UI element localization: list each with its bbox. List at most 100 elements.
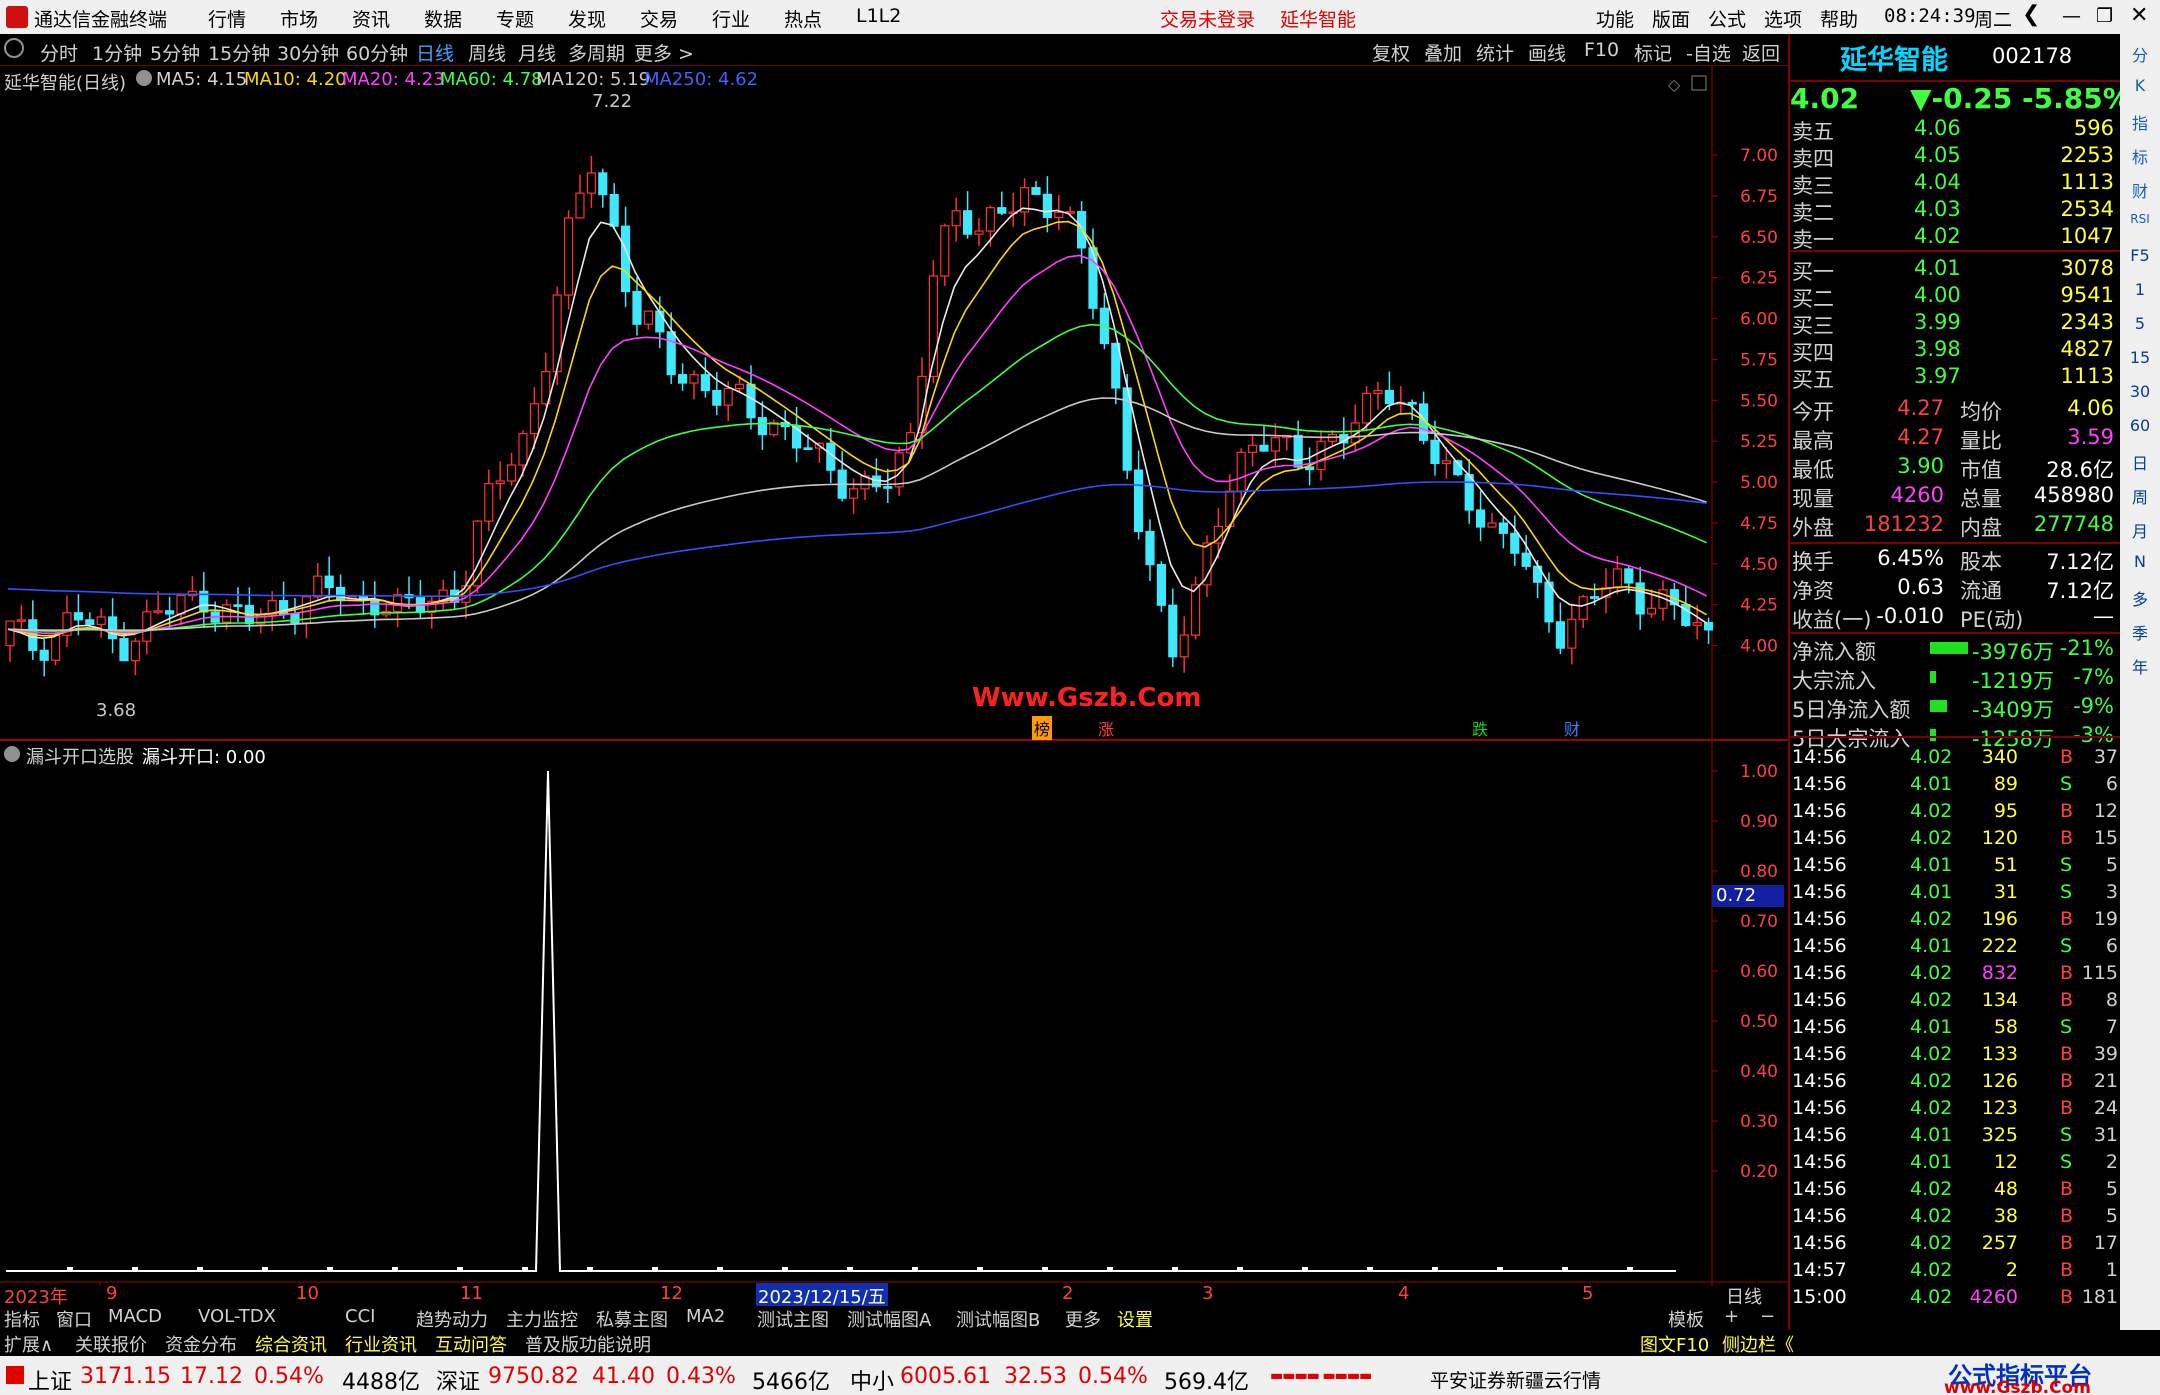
tool-diejia[interactable]: 叠加 [1424,39,1462,66]
restore-icon[interactable]: ❐ [2096,5,2113,27]
menu-redian[interactable]: 热点 [784,5,822,32]
tab-15min[interactable]: 15分钟 [208,39,270,66]
menu-xuanxiang[interactable]: 选项 [1764,5,1802,32]
tab-daily[interactable]: 日线 [416,39,454,66]
side-tool-5[interactable]: RSI [2126,212,2154,238]
tool-biaoji[interactable]: 标记 [1634,39,1672,66]
tab-multi-period[interactable]: 多周期 [568,39,625,66]
remove-window-icon[interactable]: − [1760,1306,1775,1327]
function-tab-0[interactable]: 扩展∧ [4,1331,53,1357]
sidebar-toggle[interactable]: 侧边栏《 [1722,1331,1794,1357]
minimize-icon[interactable]: — [2062,5,2081,27]
event-marker-die[interactable]: 跌 [1472,716,1488,740]
indicator-tab-13[interactable]: 设置 [1117,1306,1153,1332]
f10-link[interactable]: 图文F10 [1640,1331,1709,1357]
tool-fuquan[interactable]: 复权 [1372,39,1410,66]
sz-name[interactable]: 深证 [436,1364,480,1395]
side-tool-10[interactable]: 30 [2126,382,2154,408]
login-status[interactable]: 交易未登录 [1160,5,1255,32]
menu-shuju[interactable]: 数据 [424,5,462,32]
indicator-tab-12[interactable]: 更多 [1065,1306,1101,1332]
event-marker-cai[interactable]: 财 [1564,716,1580,740]
tool-huaxian[interactable]: 画线 [1528,39,1566,66]
side-tool-7[interactable]: 1 [2126,280,2154,306]
order-book-row[interactable]: 卖二 4.03 2534 [1790,197,2120,225]
close-icon[interactable]: ✕ [2130,3,2148,28]
indicator-tab-2[interactable]: MACD [108,1306,162,1327]
tab-more[interactable]: 更多 > [634,39,694,66]
menu-gongshi[interactable]: 公式 [1708,5,1746,32]
side-tool-12[interactable]: 日 [2126,450,2154,476]
indicator-chart[interactable]: 1.00 0.90 0.80 0.70 0.60 0.50 0.40 0.30 0.20 [0,741,1788,1286]
zx-name[interactable]: 中小 [850,1364,894,1395]
tool-tongji[interactable]: 统计 [1476,39,1514,66]
tab-1min[interactable]: 1分钟 [92,39,142,66]
tool-zixuan[interactable]: -自选 [1686,39,1731,66]
side-tool-4[interactable]: 财 [2126,178,2154,204]
indicator-tab-4[interactable]: CCI [345,1306,375,1327]
tab-30min[interactable]: 30分钟 [277,39,339,66]
order-book-row[interactable]: 卖三 4.04 1113 [1790,170,2120,198]
index-icon[interactable] [6,1366,24,1384]
side-tool-18[interactable]: 年 [2126,654,2154,680]
function-tab-2[interactable]: 资金分布 [165,1331,237,1357]
order-book-row[interactable]: 卖一 4.02 1047 [1790,224,2120,252]
menu-l1l2[interactable]: L1L2 [856,5,901,27]
side-tool-14[interactable]: 月 [2126,518,2154,544]
function-tab-5[interactable]: 互动问答 [435,1331,507,1357]
side-tool-17[interactable]: 季 [2126,620,2154,646]
menu-bangzhu[interactable]: 帮助 [1820,5,1858,32]
indicator-tab-6[interactable]: 主力监控 [506,1306,578,1332]
home-icon[interactable] [4,38,24,58]
add-window-icon[interactable]: + [1724,1306,1739,1327]
tab-60min[interactable]: 60分钟 [346,39,408,66]
side-tool-6[interactable]: F5 [2126,246,2154,272]
menu-shichang[interactable]: 市场 [280,5,318,32]
order-book-row[interactable]: 买一 4.01 3078 [1790,256,2120,284]
template-button[interactable]: 模板 [1668,1306,1704,1332]
side-tool-8[interactable]: 5 [2126,314,2154,340]
function-tab-6[interactable]: 普及版功能说明 [525,1331,651,1357]
menu-gongneng[interactable]: 功能 [1596,5,1634,32]
menu-zixun[interactable]: 资讯 [352,5,390,32]
server-name[interactable]: 平安证券新疆云行情 [1430,1366,1601,1393]
menu-hangqing[interactable]: 行情 [208,5,246,32]
indicator-tab-7[interactable]: 私募主图 [596,1306,668,1332]
indicator-panel[interactable]: 1.00 0.90 0.80 0.70 0.60 0.50 0.40 0.30 0.20 漏斗开… [0,741,1788,1309]
indicator-tab-5[interactable]: 趋势动力 [416,1306,488,1332]
event-marker-bang[interactable]: 榜 [1032,716,1053,740]
order-book-row[interactable]: 卖五 4.06 596 [1790,116,2120,144]
indicator-tab-10[interactable]: 测试幅图A [847,1306,931,1332]
indicator-tab-1[interactable]: 窗口 [56,1306,92,1332]
tab-fenshi[interactable]: 分时 [40,39,78,66]
menu-banmian[interactable]: 版面 [1652,5,1690,32]
menu-jiaoyi[interactable]: 交易 [640,5,678,32]
order-book-row[interactable]: 买二 4.00 9541 [1790,283,2120,311]
sh-name[interactable]: 上证 [28,1364,72,1395]
kline-chart-panel[interactable]: 7.00 6.75 6.50 6.25 6.00 5.75 5.50 5.25 5.00 4.75… [0,66,1788,741]
function-tab-3[interactable]: 综合资讯 [255,1331,327,1357]
side-tool-2[interactable]: 指 [2126,110,2154,136]
side-tool-11[interactable]: 60 [2126,416,2154,442]
side-tool-9[interactable]: 15 [2126,348,2154,374]
settings-icon[interactable] [136,70,152,86]
indicator-settings-icon[interactable] [4,746,20,762]
side-tool-13[interactable]: 周 [2126,484,2154,510]
event-marker-zhang[interactable]: 涨 [1098,716,1114,740]
tab-weekly[interactable]: 周线 [468,39,506,66]
indicator-tab-11[interactable]: 测试幅图B [956,1306,1040,1332]
order-book-row[interactable]: 卖四 4.05 2253 [1790,143,2120,171]
indicator-tab-0[interactable]: 指标 [4,1306,40,1332]
side-tool-0[interactable]: 分 [2126,42,2154,68]
indicator-tab-3[interactable]: VOL-TDX [198,1306,276,1327]
back-icon[interactable]: ❮ [2022,2,2040,27]
function-tab-1[interactable]: 关联报价 [75,1331,147,1357]
order-book-row[interactable]: 买三 3.99 2343 [1790,310,2120,338]
order-book-row[interactable]: 买五 3.97 1113 [1790,364,2120,392]
indicator-tab-8[interactable]: MA2 [686,1306,725,1327]
indicator-tab-9[interactable]: 测试主图 [757,1306,829,1332]
tool-f10[interactable]: F10 [1584,39,1619,61]
menu-faxian[interactable]: 发现 [568,5,606,32]
side-tool-16[interactable]: 多 [2126,586,2154,612]
menu-zhuanti[interactable]: 专题 [496,5,534,32]
